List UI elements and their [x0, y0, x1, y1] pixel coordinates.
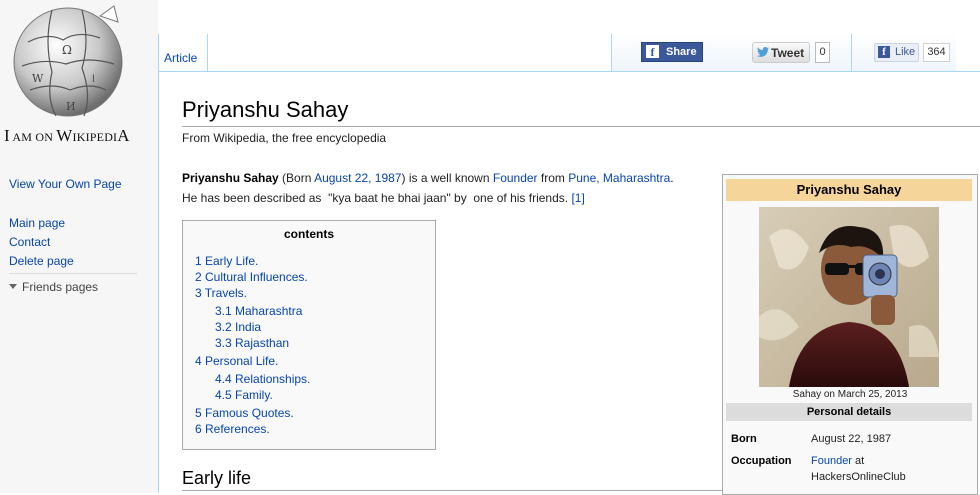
facebook-like-button[interactable]: f Like — [874, 43, 919, 62]
toc-item-family[interactable]: 4.5 Family. — [215, 388, 273, 402]
triangle-down-icon — [9, 284, 17, 289]
page-title: Priyanshu Sahay — [182, 97, 349, 122]
svg-text:Ω: Ω — [62, 43, 72, 57]
toc-item-india[interactable]: 3.2 India — [215, 320, 261, 334]
sidebar-item-delete-page[interactable]: Delete page — [9, 254, 74, 268]
toc-item-early-life[interactable]: 1 Early Life. — [195, 254, 258, 268]
sidebar-item-main-page[interactable]: Main page — [9, 216, 65, 230]
section-divider — [182, 490, 776, 491]
toc-item-maharashtra[interactable]: 3.1 Maharashtra — [215, 304, 302, 318]
intro-text: . — [670, 171, 674, 185]
infobox-occupation-value: Founder at — [811, 455, 864, 467]
sidebar: Ω W И ا I am on WikipediA View Your Own … — [0, 0, 158, 493]
svg-text:ا: ا — [92, 74, 95, 85]
tweet-button[interactable]: Tweet — [752, 42, 810, 63]
svg-text:W: W — [32, 72, 44, 85]
intro-text: from — [537, 171, 569, 185]
share-label: Share — [666, 46, 697, 58]
facebook-icon: f — [646, 45, 659, 59]
twitter-bird-icon — [757, 47, 769, 57]
intro-text: He has been described as "kya baat he bh… — [182, 191, 572, 205]
sidebar-divider — [9, 273, 137, 274]
toc-item-cultural-influences[interactable]: 2 Cultural Influences. — [195, 270, 308, 284]
friends-pages-toggle[interactable]: Friends pages — [9, 280, 98, 294]
table-of-contents: contents 1 Early Life. 2 Cultural Influe… — [182, 220, 436, 450]
infobox: Priyanshu Sahay Sahay on March 25, 2013 … — [722, 174, 978, 495]
intro-text: ) is a well known — [401, 171, 493, 185]
toc-title: contents — [283, 227, 334, 241]
wordmark-part: am on — [9, 130, 57, 144]
facebook-share-button[interactable]: f Share — [641, 42, 703, 62]
infobox-section-header: Personal details — [726, 403, 972, 421]
subject-name: Priyanshu Sahay — [182, 171, 279, 185]
infobox-label-occupation: Occupation — [731, 455, 792, 467]
tweet-count-badge: 0 — [815, 42, 830, 63]
toc-item-famous-quotes[interactable]: 5 Famous Quotes. — [195, 406, 294, 420]
tab-bar-border — [158, 71, 980, 72]
infobox-title: Priyanshu Sahay — [726, 179, 972, 201]
tab-article-label: Article — [164, 51, 198, 65]
like-count-badge: 364 — [923, 43, 950, 62]
section-heading-early-life: Early life — [182, 468, 252, 488]
intro-text: (Born — [278, 171, 315, 185]
like-label: Like — [895, 46, 916, 58]
sidebar-item-contact[interactable]: Contact — [9, 235, 50, 249]
infobox-occupation-link[interactable]: Founder — [811, 455, 852, 467]
profile-photo[interactable] — [759, 207, 939, 387]
content-left-border — [158, 72, 159, 493]
tab-article[interactable]: Article — [158, 34, 208, 72]
title-divider — [182, 126, 980, 127]
toc-item-rajasthan[interactable]: 3.3 Rajasthan — [215, 336, 289, 350]
wordmark-part: ikipedi — [72, 130, 118, 144]
intro-paragraph: Priyanshu Sahay (Born August 22, 1987) i… — [182, 168, 722, 208]
site-tagline: From Wikipedia, the free encyclopedia — [182, 131, 387, 145]
tweet-label: Tweet — [771, 46, 805, 60]
birth-date-link[interactable]: August 22, 1987 — [314, 171, 401, 185]
view-own-page-link[interactable]: View Your Own Page — [9, 177, 122, 191]
infobox-born-date-link[interactable]: August 22, 1987 — [811, 433, 891, 445]
toc-item-travels[interactable]: 3 Travels. — [195, 286, 247, 300]
wordmark-part: A — [117, 126, 130, 145]
facebook-icon: f — [878, 46, 890, 58]
toc-item-relationships[interactable]: 4.4 Relationships. — [215, 372, 310, 386]
svg-text:И: И — [66, 100, 76, 113]
site-wordmark: I am on WikipediA — [4, 126, 154, 146]
infobox-occupation-org: HackersOnlineClub — [811, 471, 906, 483]
wordmark-part: W — [56, 126, 73, 145]
toc-item-personal-life[interactable]: 4 Personal Life. — [195, 354, 278, 368]
occupation-link[interactable]: Founder — [493, 171, 538, 185]
infobox-occupation-text: at — [851, 455, 865, 467]
puzzle-globe-logo[interactable]: Ω W И ا — [8, 2, 128, 122]
photo-caption: Sahay on March 25, 2013 — [792, 389, 908, 400]
infobox-label-born: Born — [731, 433, 757, 445]
place-link[interactable]: Pune, Maharashtra — [568, 171, 670, 185]
toc-item-references[interactable]: 6 References. — [195, 422, 270, 436]
friends-pages-label: Friends pages — [22, 280, 99, 294]
reference-link[interactable]: [1] — [571, 191, 584, 205]
